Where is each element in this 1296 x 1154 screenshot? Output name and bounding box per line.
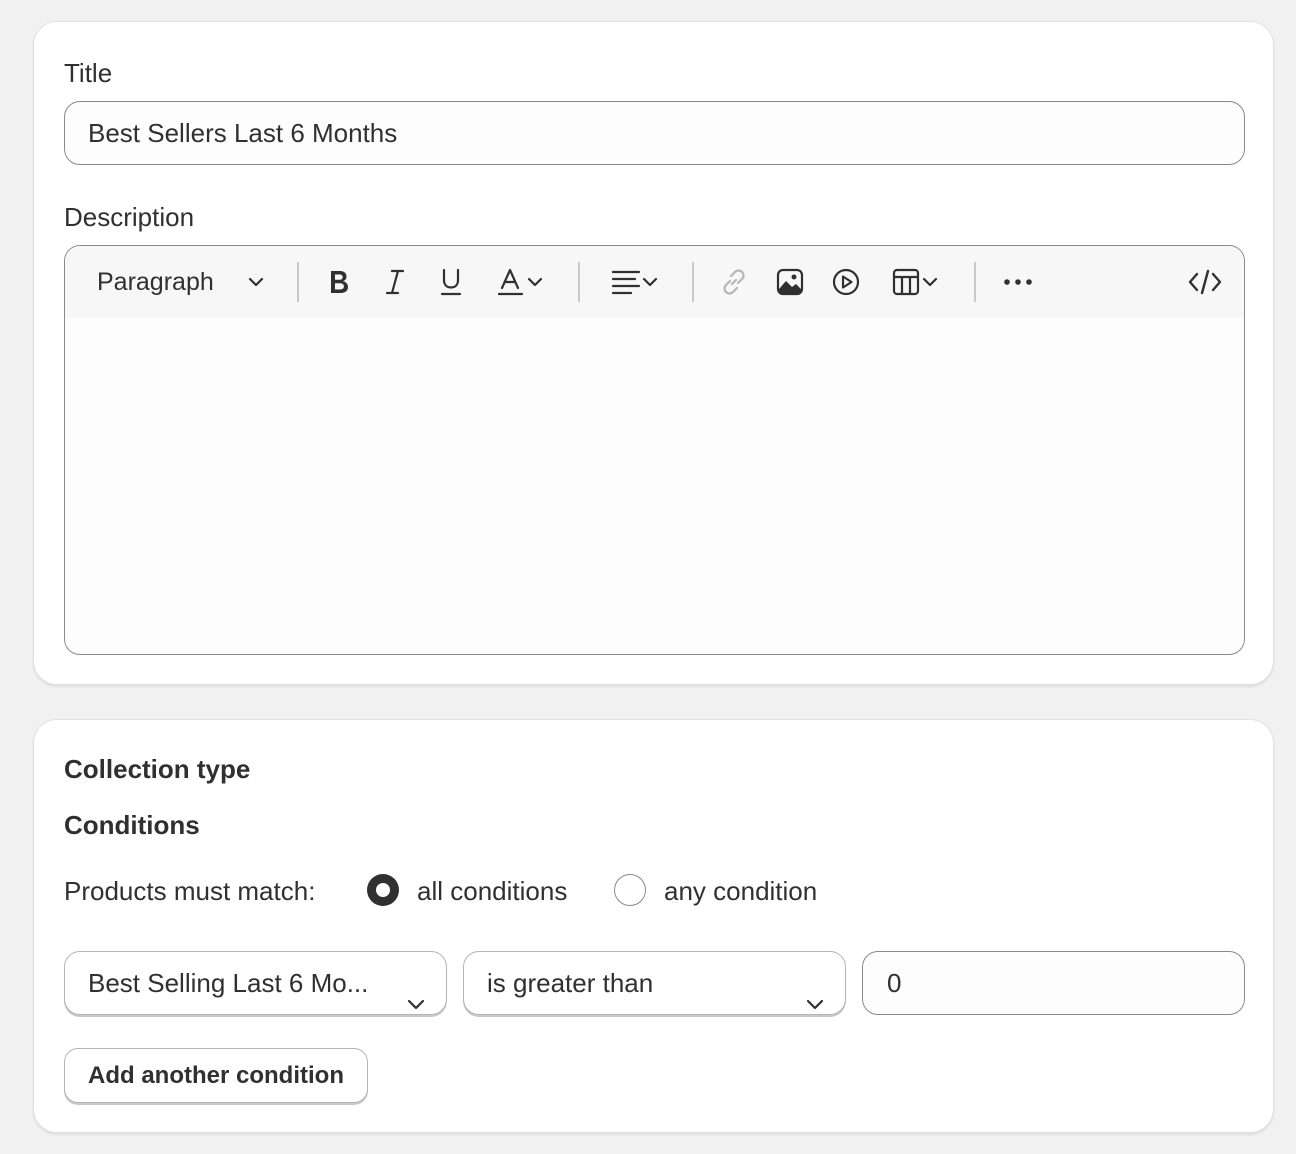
insert-video-button[interactable] <box>829 246 863 318</box>
bold-button[interactable] <box>323 246 355 318</box>
text-color-button[interactable] <box>491 246 551 318</box>
match-label: Products must match: <box>64 876 316 906</box>
chevron-down-icon <box>641 273 659 291</box>
title-label: Title <box>64 58 113 88</box>
condition-operator-select[interactable]: is greater than <box>463 951 846 1015</box>
general-card: Title Best Sellers Last 6 Months Descrip… <box>33 21 1274 685</box>
paragraph-format-label: Paragraph <box>97 267 214 296</box>
video-icon <box>831 267 861 297</box>
conditions-heading: Conditions <box>64 810 200 840</box>
chevron-down-icon <box>805 974 825 1014</box>
description-editor: Paragraph <box>64 245 1245 655</box>
table-icon <box>891 267 921 297</box>
underline-button[interactable] <box>435 246 467 318</box>
collection-type-heading: Collection type <box>64 754 251 784</box>
chevron-down-icon <box>526 273 544 291</box>
code-icon <box>1188 268 1222 296</box>
insert-image-button[interactable] <box>773 246 807 318</box>
condition-value-input[interactable]: 0 <box>862 951 1245 1015</box>
description-input[interactable] <box>65 318 1244 654</box>
collection-type-card: Collection type Conditions Products must… <box>33 719 1274 1133</box>
paragraph-format-select[interactable]: Paragraph <box>97 246 277 318</box>
text-color-icon <box>498 267 526 297</box>
radio-all-conditions-label[interactable]: all conditions <box>417 876 567 907</box>
italic-button[interactable] <box>379 246 411 318</box>
align-button[interactable] <box>605 246 665 318</box>
more-icon <box>1002 277 1034 287</box>
toolbar-separator <box>974 262 976 302</box>
add-condition-button[interactable]: Add another condition <box>64 1048 368 1103</box>
radio-any-condition-label[interactable]: any condition <box>664 876 817 907</box>
link-button[interactable] <box>717 246 751 318</box>
toolbar-separator <box>297 262 299 302</box>
condition-field-select[interactable]: Best Selling Last 6 Mo... <box>64 951 447 1015</box>
description-label: Description <box>64 202 195 232</box>
insert-table-button[interactable] <box>885 246 945 318</box>
image-icon <box>775 267 805 297</box>
editor-toolbar: Paragraph <box>65 246 1244 318</box>
title-input[interactable]: Best Sellers Last 6 Months <box>64 101 1245 165</box>
italic-icon <box>384 268 406 296</box>
toolbar-separator <box>578 262 580 302</box>
more-options-button[interactable] <box>998 246 1038 318</box>
chevron-down-icon <box>247 273 265 291</box>
align-left-icon <box>611 269 641 295</box>
match-row: Products must match: all conditions any … <box>64 872 964 912</box>
bold-icon <box>327 268 351 296</box>
condition-field-value: Best Selling Last 6 Mo... <box>88 968 369 998</box>
underline-icon <box>439 267 463 297</box>
radio-all-conditions[interactable] <box>367 874 399 906</box>
code-view-button[interactable] <box>1185 246 1225 318</box>
radio-any-condition[interactable] <box>614 874 646 906</box>
condition-operator-value: is greater than <box>487 968 654 998</box>
chevron-down-icon <box>406 974 426 1014</box>
link-icon <box>719 267 749 297</box>
chevron-down-icon <box>921 273 939 291</box>
toolbar-separator <box>692 262 694 302</box>
